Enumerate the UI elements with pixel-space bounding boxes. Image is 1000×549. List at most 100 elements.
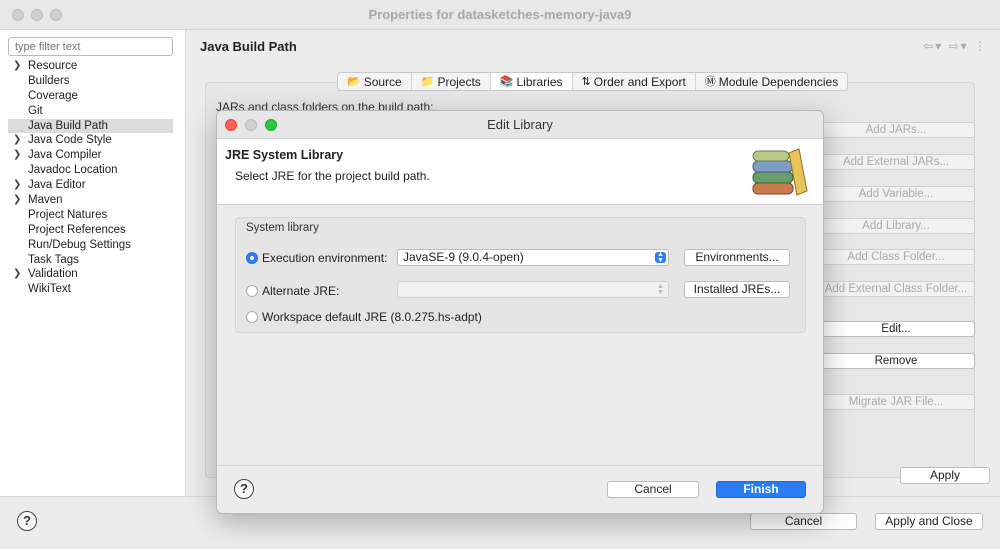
alternate-jre-radio[interactable]	[246, 285, 258, 297]
execution-environment-radio[interactable]	[246, 252, 258, 264]
execution-environment-label: Execution environment:	[262, 251, 388, 265]
window-titlebar: Properties for datasketches-memory-java9	[0, 0, 1000, 30]
tree-item-resource[interactable]: ❯ Resource	[8, 59, 173, 74]
tab-label: Order and Export	[593, 74, 686, 89]
tab-label: Projects	[437, 74, 481, 89]
tree-item-java-code-style[interactable]: ❯ Java Code Style	[8, 133, 173, 148]
tree-item-java-build-path[interactable]: Java Build Path	[8, 118, 173, 134]
tree-item-maven[interactable]: ❯ Maven	[8, 193, 173, 208]
cancel-button[interactable]: Cancel	[750, 513, 857, 530]
workspace-default-label: Workspace default JRE (8.0.275.hs-adpt)	[262, 310, 482, 324]
tree-item-label: Task Tags	[28, 253, 79, 266]
tree-item-label: Builders	[28, 74, 70, 87]
tab-module-dependencies[interactable]: Ⓜ Module Dependencies	[696, 73, 847, 90]
window-title: Properties for datasketches-memory-java9	[368, 7, 632, 22]
tree-item-project-natures[interactable]: Project Natures	[8, 208, 173, 223]
dialog-header-message: Select JRE for the project build path.	[235, 169, 430, 183]
tab-projects[interactable]: 📁 Projects	[412, 73, 491, 90]
alternate-jre-label: Alternate JRE:	[262, 284, 340, 298]
tree-item-task-tags[interactable]: Task Tags	[8, 253, 173, 268]
tree-item-label: Coverage	[28, 89, 78, 102]
installed-jres-button[interactable]: Installed JREs...	[684, 281, 790, 298]
tree-item-run-debug-settings[interactable]: Run/Debug Settings	[8, 238, 173, 253]
dialog-header-title: JRE System Library	[225, 148, 344, 162]
libraries-icon: 📚	[499, 75, 514, 88]
tree-item-label: Java Editor	[28, 179, 86, 192]
tree-item-label: WikiText	[28, 283, 71, 296]
tab-order-export[interactable]: ⇅ Order and Export	[573, 73, 696, 90]
edit-button[interactable]: Edit...	[817, 321, 975, 337]
tree-item-validation[interactable]: ❯ Validation	[8, 267, 173, 282]
tree-item-label: Java Code Style	[28, 134, 112, 147]
source-folder-icon: 📂	[347, 75, 361, 88]
apply-and-close-button[interactable]: Apply and Close	[875, 513, 983, 530]
chevron-right-icon[interactable]: ❯	[13, 59, 21, 74]
history-nav: ⇦▾ ⇨▾ ⋮	[923, 39, 988, 53]
tree-item-label: Java Compiler	[28, 149, 102, 162]
sidebar: ❯ Resource Builders Coverage Git Java Bui…	[0, 30, 186, 496]
chevron-right-icon[interactable]: ❯	[13, 267, 21, 282]
tab-label: Module Dependencies	[718, 74, 839, 89]
chevron-right-icon[interactable]: ❯	[13, 193, 21, 208]
chevron-right-icon[interactable]: ❯	[13, 148, 21, 163]
tree-item-label: Maven	[28, 194, 63, 207]
tab-source[interactable]: 📂 Source	[338, 73, 412, 90]
order-export-icon: ⇅	[581, 75, 591, 88]
add-external-class-folder-button[interactable]: Add External Class Folder...	[817, 281, 975, 297]
tree-item-label: Javadoc Location	[28, 164, 118, 177]
tree-item-wikitext[interactable]: WikiText	[8, 282, 173, 297]
tab-label: Source	[363, 74, 402, 89]
dialog-title: Edit Library	[487, 117, 553, 132]
finish-button[interactable]: Finish	[716, 481, 806, 498]
apply-button[interactable]: Apply	[900, 467, 990, 484]
tree-item-java-editor[interactable]: ❯ Java Editor	[8, 178, 173, 193]
tree-item-label: Git	[28, 104, 43, 117]
page-title: Java Build Path	[200, 39, 297, 54]
remove-button[interactable]: Remove	[817, 353, 975, 369]
chevron-up-down-icon: ▲ ▼	[657, 283, 664, 296]
forward-arrow-icon[interactable]: ⇨▾	[949, 39, 969, 53]
dialog-footer-divider	[217, 465, 823, 466]
dialog-titlebar: Edit Library	[217, 111, 823, 139]
help-icon[interactable]: ?	[17, 511, 37, 531]
build-path-tabs: 📂 Source 📁 Projects 📚 Libraries ⇅ Order and …	[337, 72, 849, 91]
tree-item-label: Project Natures	[28, 208, 108, 221]
library-books-icon	[752, 148, 808, 196]
tree-item-label: Resource	[28, 60, 78, 72]
workspace-default-radio[interactable]	[246, 311, 258, 323]
add-external-jars-button[interactable]: Add External JARs...	[817, 154, 975, 170]
tab-label: Libraries	[516, 74, 563, 89]
edit-library-dialog: Edit Library JRE System Library Select J…	[216, 110, 824, 514]
execution-environment-combo[interactable]: JavaSE-9 (9.0.4-open) ▲ ▼	[397, 249, 669, 266]
more-menu-icon[interactable]: ⋮	[974, 39, 988, 53]
tree-item-java-compiler[interactable]: ❯ Java Compiler	[8, 148, 173, 163]
chevron-up-down-icon[interactable]: ▲ ▼	[655, 251, 666, 264]
tree-item-coverage[interactable]: Coverage	[8, 89, 173, 104]
tab-libraries[interactable]: 📚 Libraries	[490, 73, 573, 90]
combo-value: JavaSE-9 (9.0.4-open)	[403, 250, 524, 264]
tree-item-label: Validation	[28, 268, 78, 281]
module-icon: Ⓜ	[704, 75, 716, 88]
chevron-right-icon[interactable]: ❯	[13, 133, 21, 148]
chevron-right-icon[interactable]: ❯	[13, 178, 21, 193]
tree-item-project-references[interactable]: Project References	[8, 223, 173, 238]
tree-item-label: Java Build Path	[28, 119, 108, 132]
group-label: System library	[246, 222, 319, 234]
migrate-jar-button[interactable]: Migrate JAR File...	[817, 394, 975, 410]
preference-tree: ❯ Resource Builders Coverage Git Java Bui…	[8, 59, 173, 297]
add-library-button[interactable]: Add Library...	[817, 218, 975, 234]
alternate-jre-combo[interactable]: ▲ ▼	[397, 281, 669, 298]
tree-item-label: Run/Debug Settings	[28, 238, 131, 251]
environments-button[interactable]: Environments...	[684, 249, 790, 266]
tree-item-javadoc-location[interactable]: Javadoc Location	[8, 163, 173, 178]
add-jars-button[interactable]: Add JARs...	[817, 122, 975, 138]
cancel-button[interactable]: Cancel	[607, 481, 699, 498]
add-class-folder-button[interactable]: Add Class Folder...	[817, 249, 975, 265]
tree-item-builders[interactable]: Builders	[8, 74, 173, 89]
tree-item-git[interactable]: Git	[8, 104, 173, 119]
add-variable-button[interactable]: Add Variable...	[817, 186, 975, 202]
help-icon[interactable]: ?	[234, 479, 254, 499]
dialog-header: JRE System Library Select JRE for the pr…	[217, 139, 823, 205]
back-arrow-icon[interactable]: ⇦▾	[923, 39, 943, 53]
filter-input[interactable]	[8, 37, 173, 56]
